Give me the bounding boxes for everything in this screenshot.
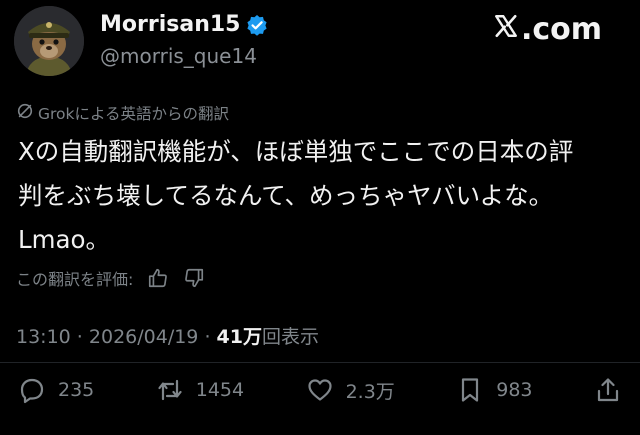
translation-note[interactable]: Grokによる英語からの翻訳 [16, 102, 229, 124]
bookmark-button[interactable]: 983 [456, 376, 533, 404]
like-button[interactable]: 2.3万 [306, 376, 395, 404]
like-count: 2.3万 [345, 380, 395, 403]
divider [0, 362, 640, 363]
thumbs-up-icon[interactable] [147, 267, 169, 289]
meta-separator: · [70, 326, 89, 348]
action-bar: 235 1454 2.3万 983 [18, 372, 622, 408]
meta-separator: · [198, 326, 217, 348]
bookmark-icon [456, 376, 484, 404]
author-name-row[interactable]: Morrisan15 [100, 12, 268, 37]
rate-translation-label: この翻訳を評価: [16, 270, 134, 289]
views-count[interactable]: 41万 [217, 326, 262, 348]
share-button[interactable] [594, 376, 622, 404]
repost-count: 1454 [195, 379, 245, 401]
brand-logo: .com [493, 12, 602, 47]
display-name[interactable]: Morrisan15 [100, 12, 240, 37]
share-icon [594, 376, 622, 404]
reply-count: 235 [58, 379, 95, 401]
reply-icon [18, 376, 46, 404]
bookmark-count: 983 [496, 379, 533, 401]
timestamp-time[interactable]: 13:10 [16, 326, 71, 348]
thumbs-down-icon[interactable] [183, 267, 205, 289]
translation-rating: この翻訳を評価: [16, 266, 205, 290]
heart-icon [306, 376, 334, 404]
avatar[interactable] [14, 6, 84, 76]
views-label: 回表示 [261, 326, 319, 348]
repost-icon [156, 376, 184, 404]
tweet-text-line: Lmao。 [18, 225, 111, 254]
reply-button[interactable]: 235 [18, 376, 94, 404]
tweet-text-line: 判をぶち壊してるなんて、めっちゃヤバいよな。 [18, 181, 554, 210]
verified-badge-icon [246, 14, 268, 36]
brand-domain: .com [520, 12, 602, 47]
x-logo-icon [493, 12, 519, 47]
tweet-text: Xの自動翻訳機能が、ほぼ単独でここでの日本の評 判をぶち壊してるなんて、めっちゃ… [18, 130, 628, 262]
author-handle[interactable]: @morris_que14 [100, 44, 257, 68]
tweet-text-line: Xの自動翻訳機能が、ほぼ単独でここでの日本の評 [18, 137, 574, 166]
tweet-meta: 13:10 · 2026/04/19 · 41万回表示 [16, 322, 319, 349]
grok-icon [16, 102, 34, 124]
repost-button[interactable]: 1454 [156, 376, 244, 404]
timestamp-date[interactable]: 2026/04/19 [89, 326, 199, 348]
translation-note-text: Grokによる英語からの翻訳 [38, 105, 230, 123]
